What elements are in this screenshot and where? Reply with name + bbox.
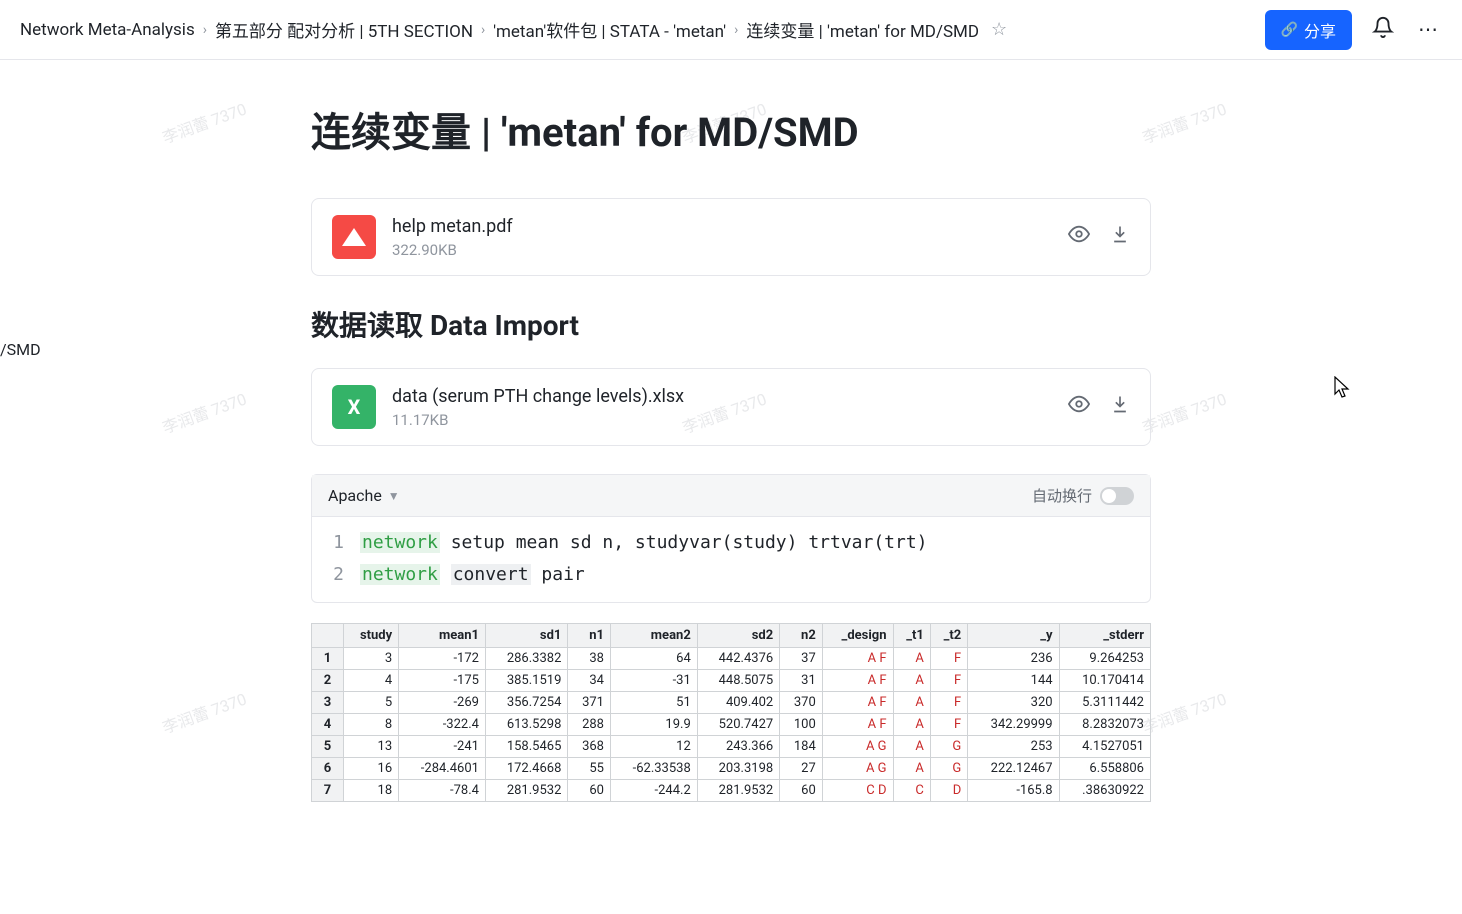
topbar-actions: 🔗 分享 ⋯ xyxy=(1265,10,1442,50)
file-card-xlsx[interactable]: X data (serum PTH change levels).xlsx 11… xyxy=(311,368,1151,446)
table-row: 24-175385.151934-31448.507531A FAF14410.… xyxy=(312,669,1151,691)
chevron-right-icon: › xyxy=(734,22,738,38)
download-icon xyxy=(1110,224,1130,244)
file-size: 322.90KB xyxy=(392,241,1052,259)
file-card-pdf[interactable]: help metan.pdf 322.90KB xyxy=(311,198,1151,276)
download-button[interactable] xyxy=(1110,393,1130,421)
share-button[interactable]: 🔗 分享 xyxy=(1265,10,1352,50)
code-language-label: Apache xyxy=(328,486,382,505)
watermark: 李润蕾 7370 xyxy=(159,686,250,739)
mouse-cursor xyxy=(1334,376,1352,405)
file-info: data (serum PTH change levels).xlsx 11.1… xyxy=(392,386,1052,429)
notification-button[interactable] xyxy=(1368,12,1398,48)
code-header: Apache ▼ 自动换行 xyxy=(312,475,1150,517)
table-row: 35-269356.725437151409.402370A FAF3205.3… xyxy=(312,691,1151,713)
preview-button[interactable] xyxy=(1068,223,1090,251)
table-header-row: studymean1sd1n1mean2sd2n2_design_t1_t2_y… xyxy=(312,623,1151,647)
file-actions xyxy=(1068,393,1130,421)
breadcrumb-item-0[interactable]: Network Meta-Analysis xyxy=(20,20,195,40)
sidebar-fragment: /SMD xyxy=(0,340,41,359)
table-row: 718-78.4281.953260-244.2281.953260C DCD-… xyxy=(312,779,1151,801)
watermark: 李润蕾 7370 xyxy=(159,96,250,149)
table-row: 13-172286.33823864442.437637A FAF2369.26… xyxy=(312,647,1151,669)
code-block: Apache ▼ 自动换行 1network setup mean sd n, … xyxy=(311,474,1151,603)
code-language-selector[interactable]: Apache ▼ xyxy=(328,486,400,505)
chevron-down-icon: ▼ xyxy=(388,489,400,503)
chevron-right-icon: › xyxy=(481,22,485,38)
star-icon[interactable]: ☆ xyxy=(991,19,1007,40)
wrap-switch[interactable] xyxy=(1100,487,1134,505)
wrap-toggle: 自动换行 xyxy=(1032,485,1134,506)
wrap-label: 自动换行 xyxy=(1032,485,1092,506)
chevron-right-icon: › xyxy=(203,22,207,38)
eye-icon xyxy=(1068,393,1090,415)
breadcrumb-item-2[interactable]: 'metan'软件包 | STATA - 'metan' xyxy=(493,17,726,42)
page-title: 连续变量 | 'metan' for MD/SMD xyxy=(311,100,1151,158)
table-row: 616-284.4601172.466855-62.33538203.31982… xyxy=(312,757,1151,779)
file-info: help metan.pdf 322.90KB xyxy=(392,216,1052,259)
watermark: 李润蕾 7370 xyxy=(159,386,250,439)
eye-icon xyxy=(1068,223,1090,245)
xlsx-icon: X xyxy=(332,385,376,429)
code-body[interactable]: 1network setup mean sd n, studyvar(study… xyxy=(312,517,1150,602)
more-button[interactable]: ⋯ xyxy=(1414,13,1442,46)
breadcrumb-item-3[interactable]: 连续变量 | 'metan' for MD/SMD xyxy=(746,17,979,42)
share-label: 分享 xyxy=(1304,18,1336,42)
bell-icon xyxy=(1372,16,1394,38)
file-actions xyxy=(1068,223,1130,251)
breadcrumb-item-1[interactable]: 第五部分 配对分析 | 5TH SECTION xyxy=(215,17,473,42)
pdf-icon xyxy=(332,215,376,259)
file-name: help metan.pdf xyxy=(392,216,1052,237)
file-size: 11.17KB xyxy=(392,411,1052,429)
download-button[interactable] xyxy=(1110,223,1130,251)
preview-button[interactable] xyxy=(1068,393,1090,421)
table-row: 48-322.4613.529828819.9520.7427100A FAF3… xyxy=(312,713,1151,735)
section-heading: 数据读取 Data Import xyxy=(311,304,1151,344)
breadcrumb: Network Meta-Analysis › 第五部分 配对分析 | 5TH … xyxy=(20,17,1007,42)
more-icon: ⋯ xyxy=(1418,19,1438,41)
link-icon: 🔗 xyxy=(1281,21,1298,38)
download-icon xyxy=(1110,394,1130,414)
file-name: data (serum PTH change levels).xlsx xyxy=(392,386,1052,407)
topbar: Network Meta-Analysis › 第五部分 配对分析 | 5TH … xyxy=(0,0,1462,60)
data-table: studymean1sd1n1mean2sd2n2_design_t1_t2_y… xyxy=(311,623,1151,802)
content: 连续变量 | 'metan' for MD/SMD help metan.pdf… xyxy=(251,60,1211,802)
table-row: 513-241158.546536812243.366184A GAG2534.… xyxy=(312,735,1151,757)
